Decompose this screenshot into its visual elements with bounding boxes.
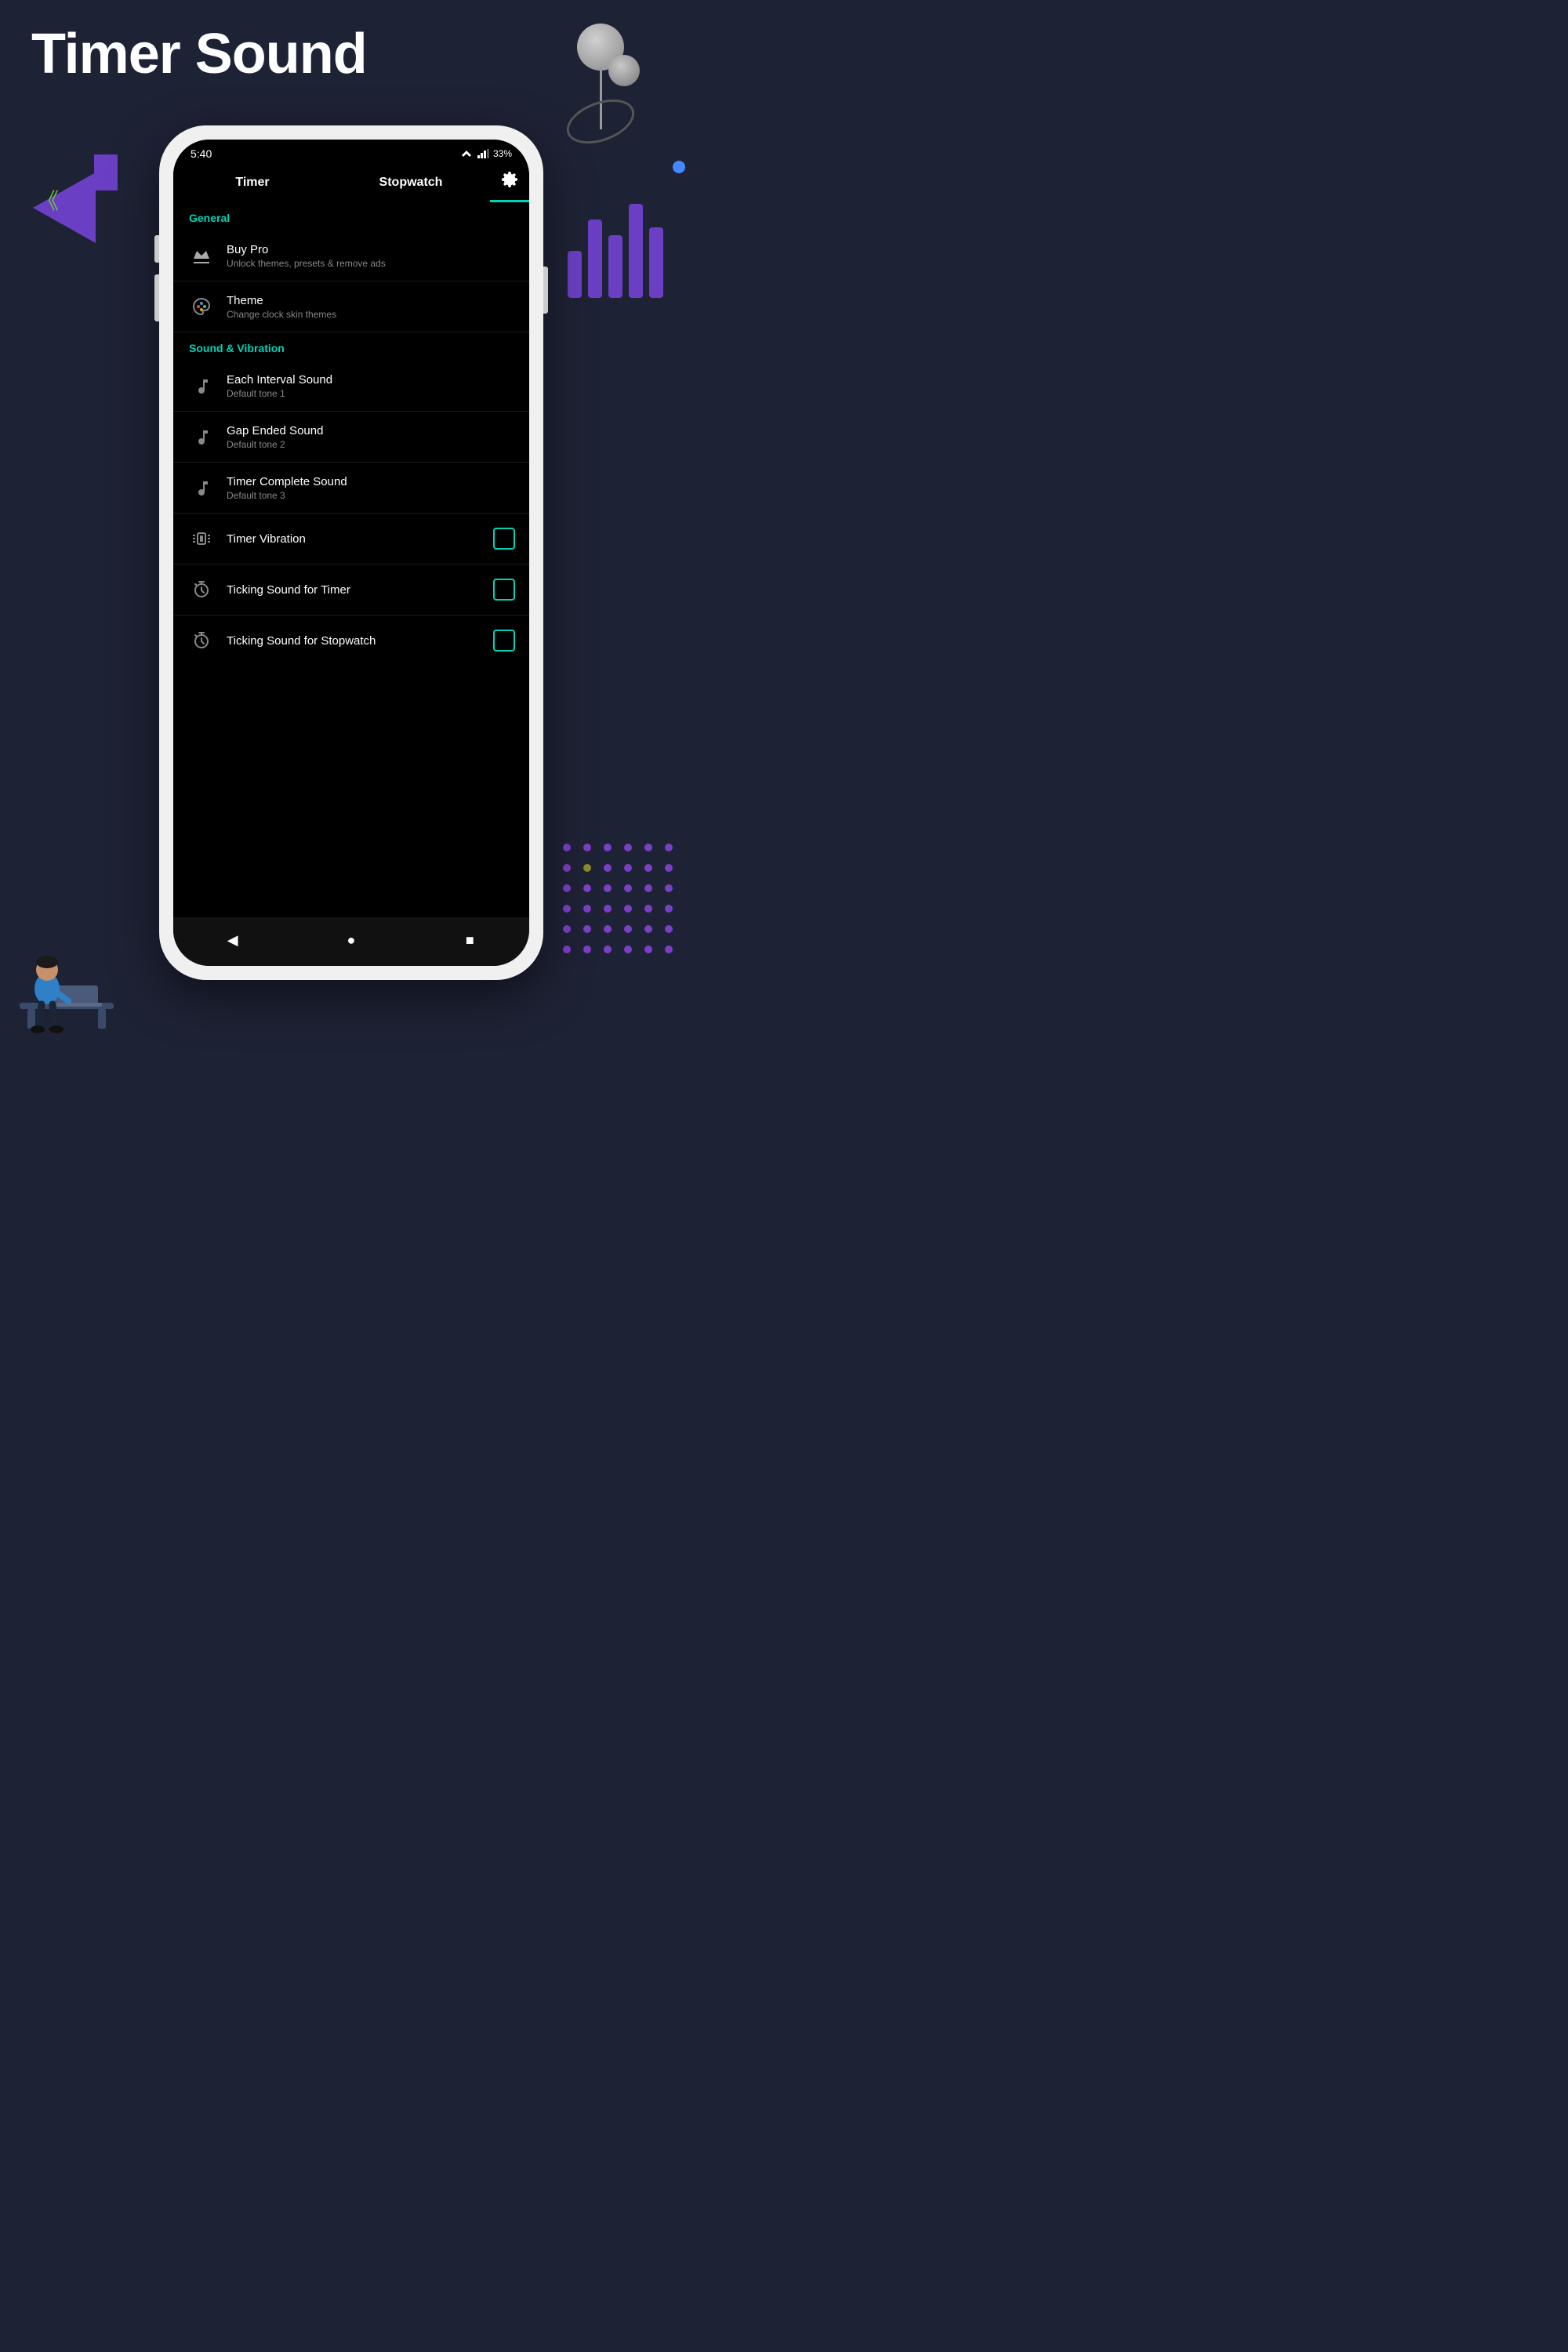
music-note-svg-3 bbox=[194, 479, 209, 496]
gap-ended-sound-text: Gap Ended Sound Default tone 2 bbox=[227, 424, 515, 450]
volume-up-button bbox=[154, 235, 159, 263]
timer-clock-icon-2 bbox=[187, 626, 216, 655]
battery-text: 33% bbox=[493, 148, 512, 159]
status-bar: 5:40 33% bbox=[173, 140, 529, 165]
each-interval-sound-subtitle: Default tone 1 bbox=[227, 388, 515, 399]
buy-pro-subtitle: Unlock themes, presets & remove ads bbox=[227, 258, 515, 269]
wifi-icon bbox=[460, 149, 473, 158]
home-button[interactable]: ● bbox=[339, 928, 363, 952]
power-button bbox=[543, 267, 548, 314]
section-sound-header: Sound & Vibration bbox=[173, 332, 529, 361]
bottom-navigation: ◀ ● ■ bbox=[173, 917, 529, 966]
crown-icon bbox=[187, 241, 216, 270]
tab-timer[interactable]: Timer bbox=[173, 176, 332, 198]
blue-dot-decoration bbox=[673, 161, 685, 173]
theme-item[interactable]: Theme Change clock skin themes bbox=[173, 281, 529, 332]
tab-stopwatch[interactable]: Stopwatch bbox=[332, 176, 490, 198]
each-interval-sound-item[interactable]: Each Interval Sound Default tone 1 bbox=[173, 361, 529, 412]
note-icon-2 bbox=[187, 423, 216, 451]
timer-clock-svg-2 bbox=[192, 631, 211, 650]
gear-icon bbox=[501, 171, 518, 188]
phone-body: 5:40 33% Timer Stopwatch bbox=[159, 125, 543, 980]
settings-gear-tab[interactable] bbox=[490, 171, 529, 202]
signal-icon bbox=[477, 149, 489, 158]
buy-pro-text: Buy Pro Unlock themes, presets & remove … bbox=[227, 243, 515, 269]
ticking-sound-timer-checkbox[interactable] bbox=[493, 579, 515, 601]
note-icon-3 bbox=[187, 474, 216, 502]
recents-button[interactable]: ■ bbox=[458, 928, 481, 952]
top-navigation: Timer Stopwatch bbox=[173, 165, 529, 202]
music-note-svg-2 bbox=[194, 428, 209, 445]
gap-ended-sound-item[interactable]: Gap Ended Sound Default tone 2 bbox=[173, 412, 529, 463]
timer-clock-icon-1 bbox=[187, 575, 216, 604]
each-interval-sound-title: Each Interval Sound bbox=[227, 373, 515, 387]
music-note-svg-1 bbox=[194, 377, 209, 394]
status-icons: 33% bbox=[460, 148, 512, 159]
back-button[interactable]: ◀ bbox=[221, 928, 245, 952]
person-illustration bbox=[12, 932, 122, 1034]
phone-screen: 5:40 33% Timer Stopwatch bbox=[173, 140, 529, 966]
theme-subtitle: Change clock skin themes bbox=[227, 309, 515, 320]
ticking-sound-stopwatch-title: Ticking Sound for Stopwatch bbox=[227, 634, 493, 648]
gap-ended-sound-subtitle: Default tone 2 bbox=[227, 439, 515, 450]
volume-down-button bbox=[154, 274, 159, 321]
timer-clock-svg-1 bbox=[192, 580, 211, 599]
timer-complete-sound-title: Timer Complete Sound bbox=[227, 475, 515, 488]
theme-title: Theme bbox=[227, 294, 515, 307]
buy-pro-title: Buy Pro bbox=[227, 243, 515, 256]
status-time: 5:40 bbox=[191, 147, 212, 160]
timer-vibration-checkbox[interactable] bbox=[493, 528, 515, 550]
section-general-header: General bbox=[173, 202, 529, 230]
vibrate-icon bbox=[187, 524, 216, 553]
vibrate-svg bbox=[191, 530, 212, 547]
theme-text: Theme Change clock skin themes bbox=[227, 294, 515, 320]
page-title: Timer Sound bbox=[31, 22, 367, 86]
ticking-sound-timer-title: Ticking Sound for Timer bbox=[227, 583, 493, 597]
timer-vibration-text: Timer Vibration bbox=[227, 532, 493, 546]
phone-container: 5:40 33% Timer Stopwatch bbox=[159, 125, 543, 980]
speaker-decoration: 《 bbox=[33, 172, 127, 243]
ticking-sound-stopwatch-checkbox[interactable] bbox=[493, 630, 515, 652]
ticking-sound-stopwatch-text: Ticking Sound for Stopwatch bbox=[227, 634, 493, 648]
note-icon-1 bbox=[187, 372, 216, 400]
timer-complete-sound-subtitle: Default tone 3 bbox=[227, 490, 515, 501]
dots-decoration bbox=[563, 844, 679, 960]
buy-pro-item[interactable]: Buy Pro Unlock themes, presets & remove … bbox=[173, 230, 529, 281]
timer-vibration-title: Timer Vibration bbox=[227, 532, 493, 546]
palette-icon bbox=[187, 292, 216, 321]
ticking-sound-timer-item[interactable]: Ticking Sound for Timer bbox=[173, 564, 529, 615]
crown-svg bbox=[192, 248, 211, 263]
timer-complete-sound-item[interactable]: Timer Complete Sound Default tone 3 bbox=[173, 463, 529, 514]
gap-ended-sound-title: Gap Ended Sound bbox=[227, 424, 515, 437]
ticking-sound-stopwatch-item[interactable]: Ticking Sound for Stopwatch bbox=[173, 615, 529, 666]
settings-content: General Buy Pro Unlock themes, presets &… bbox=[173, 202, 529, 917]
sound-bars-decoration bbox=[568, 204, 663, 298]
each-interval-sound-text: Each Interval Sound Default tone 1 bbox=[227, 373, 515, 399]
ticking-sound-timer-text: Ticking Sound for Timer bbox=[227, 583, 493, 597]
wave-arc-1: 《 bbox=[37, 189, 59, 213]
palette-svg bbox=[192, 297, 211, 316]
timer-vibration-item[interactable]: Timer Vibration bbox=[173, 514, 529, 564]
timer-complete-sound-text: Timer Complete Sound Default tone 3 bbox=[227, 475, 515, 501]
